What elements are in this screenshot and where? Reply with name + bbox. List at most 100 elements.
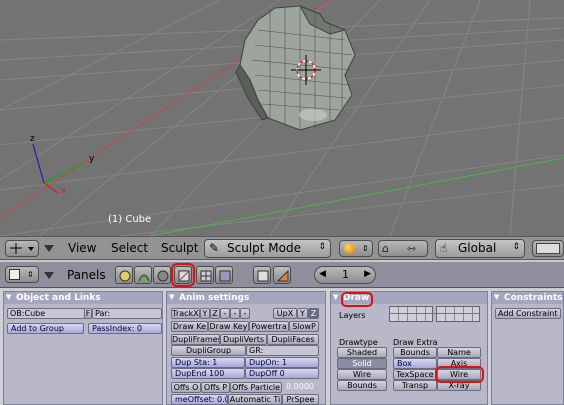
select-menu[interactable]: Select [111, 241, 148, 255]
editing-grid-icon [200, 270, 212, 282]
viewport-grid: z y x [0, 0, 564, 236]
track-x-button[interactable]: TrackX [171, 308, 200, 319]
slowpar-button[interactable]: SlowP [289, 321, 319, 332]
scene-image-icon [219, 270, 231, 282]
extra-box-dropdown[interactable]: Box [393, 358, 437, 369]
add-to-group-dropdown[interactable]: Add to Group [7, 323, 84, 334]
highlight-wire-extra [435, 366, 484, 383]
mode-dropdown[interactable]: ✎ Sculpt Mode ⇕ [204, 239, 331, 258]
active-object-label: (1) Cube [108, 214, 152, 225]
increment-arrow-icon[interactable]: ▶ [364, 269, 371, 279]
draw-key-sel-button[interactable]: Draw Key [208, 321, 249, 332]
layers-grid-icon [536, 243, 560, 254]
offs-particle-button[interactable]: Offs Particle [230, 382, 282, 393]
powertrack-button[interactable]: Powertra [249, 321, 289, 332]
automatic-time-button[interactable]: Automatic Ti [228, 394, 282, 405]
snap-icon: ⇿ [407, 242, 417, 255]
extra-bounds[interactable]: Bounds [393, 347, 437, 358]
sculpt-menu[interactable]: Sculpt [161, 241, 198, 255]
prspeed-button[interactable]: PrSpee [282, 394, 319, 405]
drawtype-bounds[interactable]: Bounds [337, 380, 387, 391]
time-offset-value: 0.0000 [286, 382, 314, 391]
panels-menu[interactable]: Panels [67, 268, 106, 282]
dup-on-field[interactable]: DupOn: 1 [245, 357, 319, 368]
track-neg-y-button[interactable]: - [230, 308, 240, 319]
axis-gizmo: z y x [30, 134, 95, 196]
dupli-group-button[interactable]: DupliGroup [171, 345, 246, 356]
3d-view-header: View Select Sculpt ✎ Sculpt Mode ⇕ ⇕ ⌂ ⇿… [0, 236, 564, 260]
layer-buttons[interactable] [532, 240, 564, 257]
parent-field[interactable]: Par: [92, 308, 162, 319]
hand-icon: ☝ [440, 241, 448, 255]
draw-key-button[interactable]: Draw Ke [171, 321, 208, 332]
add-constraint-button[interactable]: Add Constraint [495, 308, 561, 319]
extra-transp[interactable]: Transp [393, 380, 437, 391]
constraints-panel: Constraints Add Constraint [491, 291, 564, 405]
buttons-editor-type[interactable]: ⇕ [5, 266, 39, 283]
dup-off-field[interactable]: DupOff 0 [245, 368, 319, 379]
offs-par-button[interactable]: Offs P [201, 382, 230, 393]
up-x-button[interactable]: UpX [273, 308, 297, 319]
extra-name[interactable]: Name [437, 347, 481, 358]
orientation-label: Global [458, 241, 497, 255]
collapse-triangle-icon[interactable] [44, 245, 54, 252]
highlight-draw-title [341, 292, 373, 307]
collapse-triangle-icon[interactable] [44, 272, 54, 279]
object-subcontext-button[interactable] [253, 266, 271, 284]
dup-end-field[interactable]: DupEnd 100 [171, 368, 245, 379]
editor-type-button[interactable] [5, 240, 39, 257]
track-z-button[interactable]: Z [210, 308, 220, 319]
dupli-faces-button[interactable]: DupliFaces [267, 334, 319, 345]
drawtype-shaded[interactable]: Shaded [337, 347, 387, 358]
drawtype-solid[interactable]: Solid [337, 358, 387, 369]
svg-text:y: y [89, 154, 95, 164]
panel-title[interactable]: Object and Links [4, 292, 162, 304]
anim-settings-panel: Anim settings TrackX Y Z - - - UpX Y Z D… [166, 291, 326, 405]
physics-icon [276, 269, 289, 282]
pass-index-field[interactable]: PassIndex: 0 [88, 323, 162, 334]
script-icon [138, 274, 150, 282]
physics-subcontext-button[interactable] [273, 266, 291, 284]
3d-viewport[interactable]: z y x (1) Cube [0, 0, 564, 236]
scene-context-button[interactable] [215, 266, 233, 284]
logic-context-button[interactable] [115, 266, 133, 284]
track-neg-x-button[interactable]: - [220, 308, 230, 319]
drawtype-label: Drawtype [339, 338, 378, 347]
buttons-window-icon [9, 269, 20, 280]
draw-extra-label: Draw Extra [393, 338, 438, 347]
extra-texspace[interactable]: TexSpace [393, 369, 437, 380]
object-and-links-panel: Object and Links OB:Cube F Par: Add to G… [3, 291, 163, 405]
decrement-arrow-icon[interactable]: ◀ [319, 269, 326, 279]
panel-title[interactable]: Constraints [492, 292, 563, 304]
orientation-dropdown[interactable]: ☝ Global ⇕ [435, 239, 525, 258]
offs-ob-button[interactable]: Offs O [171, 382, 201, 393]
buttons-panels-area: Object and Links OB:Cube F Par: Add to G… [0, 289, 564, 405]
up-y-button[interactable]: Y [297, 308, 308, 319]
up-z-button[interactable]: Z [308, 308, 319, 319]
panel-title[interactable]: Anim settings [167, 292, 325, 304]
dropdown-arrow-icon: ⇕ [362, 244, 369, 253]
editing-context-button[interactable] [196, 266, 214, 284]
logic-icon [119, 270, 131, 282]
shading-context-button[interactable] [153, 266, 171, 284]
group-field[interactable]: GR: [246, 345, 319, 356]
viewport-shading-button[interactable]: ⇕ [339, 240, 373, 257]
frame-number-field[interactable]: ◀ 1 ▶ [314, 266, 376, 284]
pivot-manipulator-group[interactable]: ⌂ ⇿ [378, 240, 428, 257]
view-menu[interactable]: View [68, 241, 96, 255]
layers-grid[interactable] [389, 306, 481, 322]
drawtype-wire[interactable]: Wire [337, 369, 387, 380]
dupli-verts-button[interactable]: DupliVerts [220, 334, 267, 345]
object-name-field[interactable]: OB:Cube [7, 308, 86, 319]
time-offset-field[interactable]: meOffset: 0.00 [171, 394, 228, 405]
track-neg-z-button[interactable]: - [240, 308, 250, 319]
dup-start-field[interactable]: Dup Sta: 1 [171, 357, 245, 368]
y-axis-line [149, 157, 564, 236]
shading-sphere-icon [344, 243, 355, 254]
track-y-button[interactable]: Y [200, 308, 210, 319]
dupli-frames-button[interactable]: DupliFrames [171, 334, 220, 345]
script-context-button[interactable] [134, 266, 152, 284]
fake-user-button[interactable]: F [84, 308, 92, 319]
buttons-window-header: ⇕ Panels ◀ 1 ▶ [0, 262, 564, 288]
svg-text:z: z [30, 134, 35, 144]
